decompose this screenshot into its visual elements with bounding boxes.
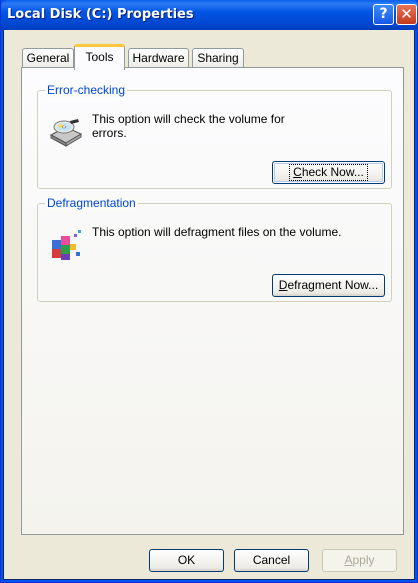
disk-check-icon (49, 119, 83, 147)
defragmentation-description: This option will defragment files on the… (92, 225, 342, 239)
defragment-now-label-rest: efragment Now... (287, 278, 379, 292)
error-checking-legend: Error-checking (45, 83, 128, 97)
cancel-button[interactable]: Cancel (234, 549, 309, 572)
title-bar[interactable]: Local Disk (C:) Properties ? ✕ (1, 0, 418, 30)
help-icon[interactable]: ? (373, 4, 394, 25)
close-icon[interactable]: ✕ (396, 4, 417, 25)
tools-tab-page: Error-checking This option will check th… (21, 67, 404, 535)
properties-dialog: Local Disk (C:) Properties ? ✕ General T… (0, 0, 418, 583)
apply-button[interactable]: Apply (322, 549, 397, 572)
check-now-label-rest: heck Now... (301, 165, 364, 179)
defragmentation-group: Defragmentation This option will defragm… (37, 196, 392, 302)
check-now-accelerator: C (293, 165, 302, 179)
defragment-now-button[interactable]: Defragment Now... (272, 274, 385, 297)
defragment-now-label: Defragment Now... (279, 278, 378, 292)
apply-accelerator: A (344, 553, 353, 567)
error-checking-description: This option will check the volume for er… (92, 112, 285, 140)
tab-hardware[interactable]: Hardware (128, 48, 189, 68)
close-glyph: ✕ (400, 5, 413, 23)
tab-sharing[interactable]: Sharing (192, 48, 244, 68)
apply-label-rest: pply (352, 553, 375, 567)
check-now-button[interactable]: Check Now... (272, 161, 385, 184)
window-title: Local Disk (C:) Properties (7, 7, 194, 22)
apply-label: Apply (344, 553, 374, 567)
defragment-icon (52, 230, 81, 260)
error-checking-group: Error-checking This option will check th… (37, 83, 392, 189)
tab-tools[interactable]: Tools (74, 44, 125, 70)
tab-general[interactable]: General (22, 48, 74, 68)
ok-button[interactable]: OK (149, 549, 224, 572)
check-now-label: Check Now... (289, 164, 368, 181)
help-glyph: ? (379, 6, 388, 22)
defragmentation-legend: Defragmentation (45, 196, 138, 210)
